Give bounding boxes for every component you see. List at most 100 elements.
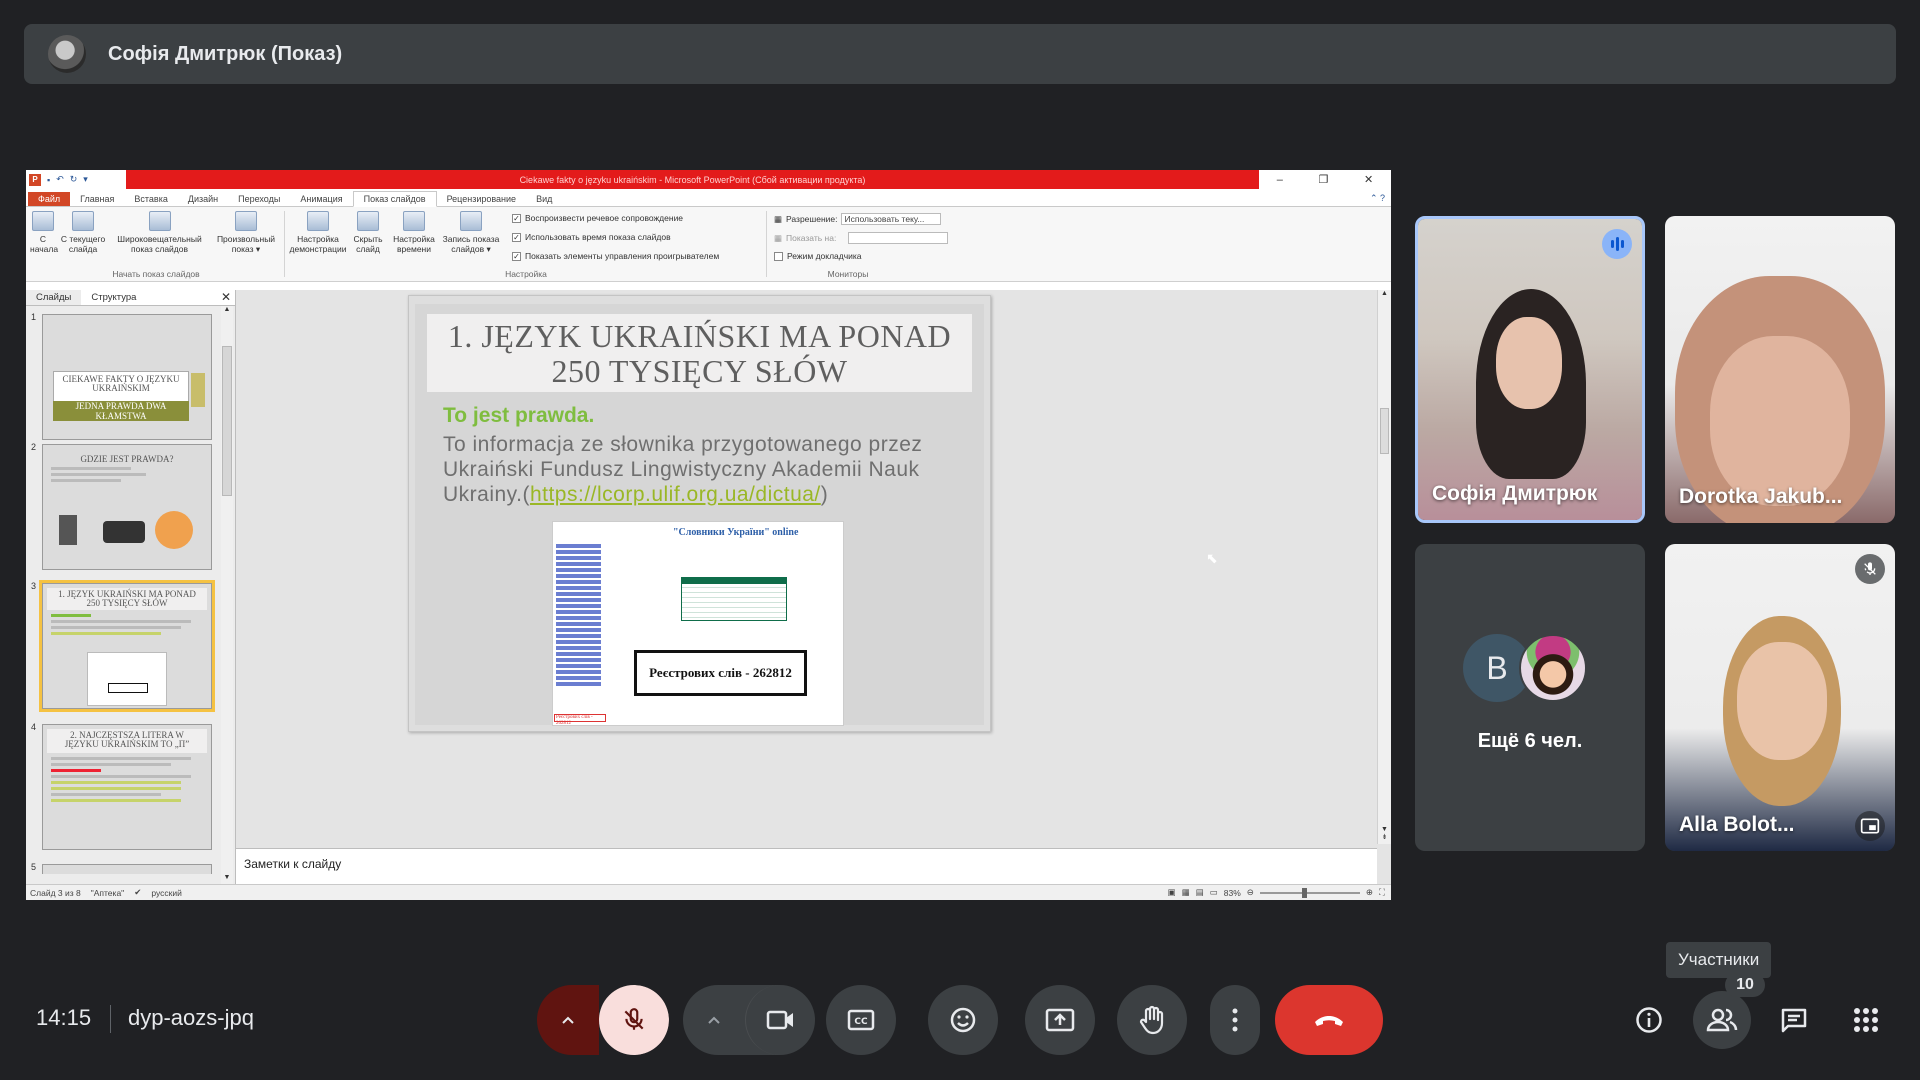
ribbon-tab[interactable]: Вставка — [124, 192, 177, 206]
ribbon-tab[interactable]: Вид — [526, 192, 562, 206]
undo-icon[interactable]: ↶ — [56, 174, 64, 185]
slides-scrollbar[interactable]: ▲ ▼ — [221, 306, 233, 884]
ribbon-tab[interactable]: Анимация — [290, 192, 352, 206]
info-icon — [1636, 1007, 1662, 1033]
zoom-slider[interactable] — [1259, 887, 1360, 898]
resolution-select[interactable]: Использовать теку... — [841, 213, 942, 225]
slide-thumbnail[interactable]: CIEKAWE FAKTY O JĘZYKU UKRAIŃSKIM JEDNA … — [42, 314, 212, 440]
tab-slides[interactable]: Слайды — [26, 290, 82, 305]
qat-dropdown-icon[interactable]: ▾ — [83, 174, 88, 185]
slide-body[interactable]: To informacja ze słownika przygotowanego… — [443, 432, 923, 507]
dictionary-screenshot-image[interactable]: "Словники України" online Реєстрових слі… — [552, 521, 844, 726]
more-options-button[interactable] — [1210, 985, 1260, 1055]
ribbon-tab[interactable]: Рецензирование — [437, 192, 527, 206]
hide-slide-button[interactable]: Скрыть слайд — [350, 211, 386, 254]
resolution-row: ▦ Разрешение: Использовать теку... — [774, 213, 942, 225]
tab-outline[interactable]: Структура — [81, 290, 146, 305]
camera-icon — [766, 1010, 793, 1030]
participant-video — [1665, 216, 1895, 523]
reading-view-icon[interactable]: ▤ — [1196, 887, 1204, 898]
slide-scrollbar[interactable]: ▲ ▼ ⇟ — [1377, 290, 1391, 844]
restore-icon[interactable]: ❐ — [1319, 173, 1329, 186]
redo-icon[interactable]: ↻ — [70, 174, 78, 185]
camera-toggle-button[interactable] — [745, 985, 815, 1055]
presenter-view-checkbox[interactable]: Режим докладчика — [774, 251, 862, 261]
zoom-out-icon[interactable]: ⊖ — [1247, 887, 1254, 898]
video-settings-button[interactable] — [683, 985, 745, 1055]
scroll-up-icon[interactable]: ▲ — [1378, 290, 1391, 297]
forms-table — [681, 577, 787, 621]
scroll-thumb[interactable] — [222, 346, 232, 496]
people-icon — [1706, 1008, 1738, 1032]
show-on-select[interactable] — [848, 232, 949, 244]
leave-call-button[interactable] — [1275, 985, 1383, 1055]
from-start-button[interactable]: С начала — [30, 211, 58, 254]
player-controls-checkbox[interactable]: ✓ Показать элементы управления проигрыват… — [512, 251, 719, 261]
mic-toggle-button[interactable] — [599, 985, 669, 1055]
slideshow-view-icon[interactable]: ▭ — [1210, 887, 1218, 898]
setup-show-button[interactable]: Настройка демонстрации — [288, 211, 348, 254]
meeting-details-button[interactable] — [1620, 991, 1678, 1049]
scroll-thumb[interactable] — [1380, 408, 1389, 454]
audio-settings-button[interactable] — [537, 985, 599, 1055]
record-show-button[interactable]: Запись показа слайдов ▾ — [440, 211, 502, 254]
participant-tile-sofia[interactable]: Софія Дмитрюк — [1415, 216, 1645, 523]
narration-checkbox[interactable]: ✓ Воспроизвести речевое сопровождение — [512, 213, 683, 223]
spellcheck-icon[interactable]: ✔ — [134, 887, 141, 898]
slide-thumbnail[interactable] — [42, 864, 212, 874]
divider — [110, 1005, 111, 1033]
minimize-icon[interactable]: – — [1277, 174, 1283, 186]
close-icon[interactable]: ✕ — [1364, 173, 1373, 186]
meeting-code[interactable]: dyp-aozs-jpq — [128, 1005, 254, 1031]
more-participants-tile[interactable]: В Ещё 6 чел. — [1415, 544, 1645, 851]
custom-show-button[interactable]: Произвольный показ ▾ — [212, 211, 280, 254]
ribbon-tab[interactable]: Главная — [70, 192, 124, 206]
normal-view-icon[interactable]: ▣ — [1168, 887, 1176, 898]
participant-tile-alla[interactable]: Alla Bolot... — [1665, 544, 1895, 851]
slide-thumbnail[interactable]: GDZIE JEST PRAWDA? — [42, 444, 212, 570]
chevron-up-icon — [708, 1016, 720, 1024]
scroll-up-icon[interactable]: ▲ — [221, 306, 233, 316]
chat-button[interactable] — [1765, 991, 1823, 1049]
ribbon-tab[interactable]: Дизайн — [178, 192, 228, 206]
notes-field[interactable]: Заметки к слайду — [236, 848, 1377, 884]
ribbon-tabs: Файл Главная Вставка Дизайн Переходы Анимация… — [26, 189, 1391, 207]
slide-thumbnail-selected[interactable]: 1. JĘZYK UKRAIŃSKI MA PONAD 250 TYSIĘCY … — [39, 580, 215, 712]
participants-button[interactable] — [1693, 991, 1751, 1049]
rehearse-timings-button[interactable]: Настройка времени — [390, 211, 438, 254]
dictionary-link[interactable]: https://lcorp.ulif.org.ua/dictua/ — [530, 483, 821, 506]
ribbon-tab[interactable]: Файл — [28, 192, 71, 206]
participant-video — [1665, 544, 1895, 851]
hide-slide-icon — [357, 211, 379, 231]
ppt-window-title: Ciekawe fakty o języku ukraińskim - Micr… — [519, 174, 866, 185]
participant-tile-dorotka[interactable]: Dorotka Jakub... — [1665, 216, 1895, 523]
ribbon-tab[interactable]: Переходы — [228, 192, 290, 206]
next-slide-icon[interactable]: ▼ ⇟ — [1378, 826, 1391, 842]
zoom-in-icon[interactable]: ⊕ — [1366, 887, 1373, 898]
scroll-down-icon[interactable]: ▼ — [221, 874, 233, 884]
activities-button[interactable] — [1837, 991, 1895, 1049]
fit-window-icon[interactable]: ⛶ — [1379, 887, 1385, 898]
emoji-reaction-button[interactable] — [928, 985, 998, 1055]
present-screen-button[interactable] — [1025, 985, 1095, 1055]
sorter-view-icon[interactable]: ▦ — [1182, 887, 1190, 898]
end-call-icon — [1315, 1016, 1343, 1026]
language-label[interactable]: русский — [151, 888, 182, 898]
show-on-row: ▦ Показать на: — [774, 232, 949, 244]
timings-checkbox[interactable]: ✓ Использовать время показа слайдов — [512, 232, 671, 242]
ribbon-tab[interactable]: Показ слайдов — [352, 191, 437, 207]
slide-thumbnail[interactable]: 2. NAJCZĘSTSZA LITERA W JĘZYKU UKRAIŃSKI… — [42, 724, 212, 850]
save-icon[interactable]: ▪ — [47, 175, 50, 185]
picture-in-picture-icon[interactable] — [1855, 811, 1885, 841]
captions-button[interactable]: CC — [826, 985, 896, 1055]
close-panel-icon[interactable]: ✕ — [221, 290, 231, 304]
broadcast-button[interactable]: Широковещательный показ слайдов — [112, 211, 207, 254]
slide-title-box[interactable]: 1. JĘZYK UKRAIŃSKI MA PONAD 250 TYSIĘCY … — [427, 314, 972, 392]
raise-hand-button[interactable] — [1117, 985, 1187, 1055]
help-icon[interactable]: ⌃ ? — [1370, 193, 1385, 204]
theme-name: "Аптека" — [90, 887, 125, 898]
shared-screen: P ▪ ↶ ↻ ▾ Ciekawe fakty o języku ukraińs… — [26, 170, 1391, 900]
zoom-level[interactable]: 83% — [1224, 888, 1241, 898]
from-current-button[interactable]: С текущего слайда — [60, 211, 106, 254]
ppt-title-bar: P ▪ ↶ ↻ ▾ Ciekawe fakty o języku ukraińs… — [26, 170, 1391, 189]
